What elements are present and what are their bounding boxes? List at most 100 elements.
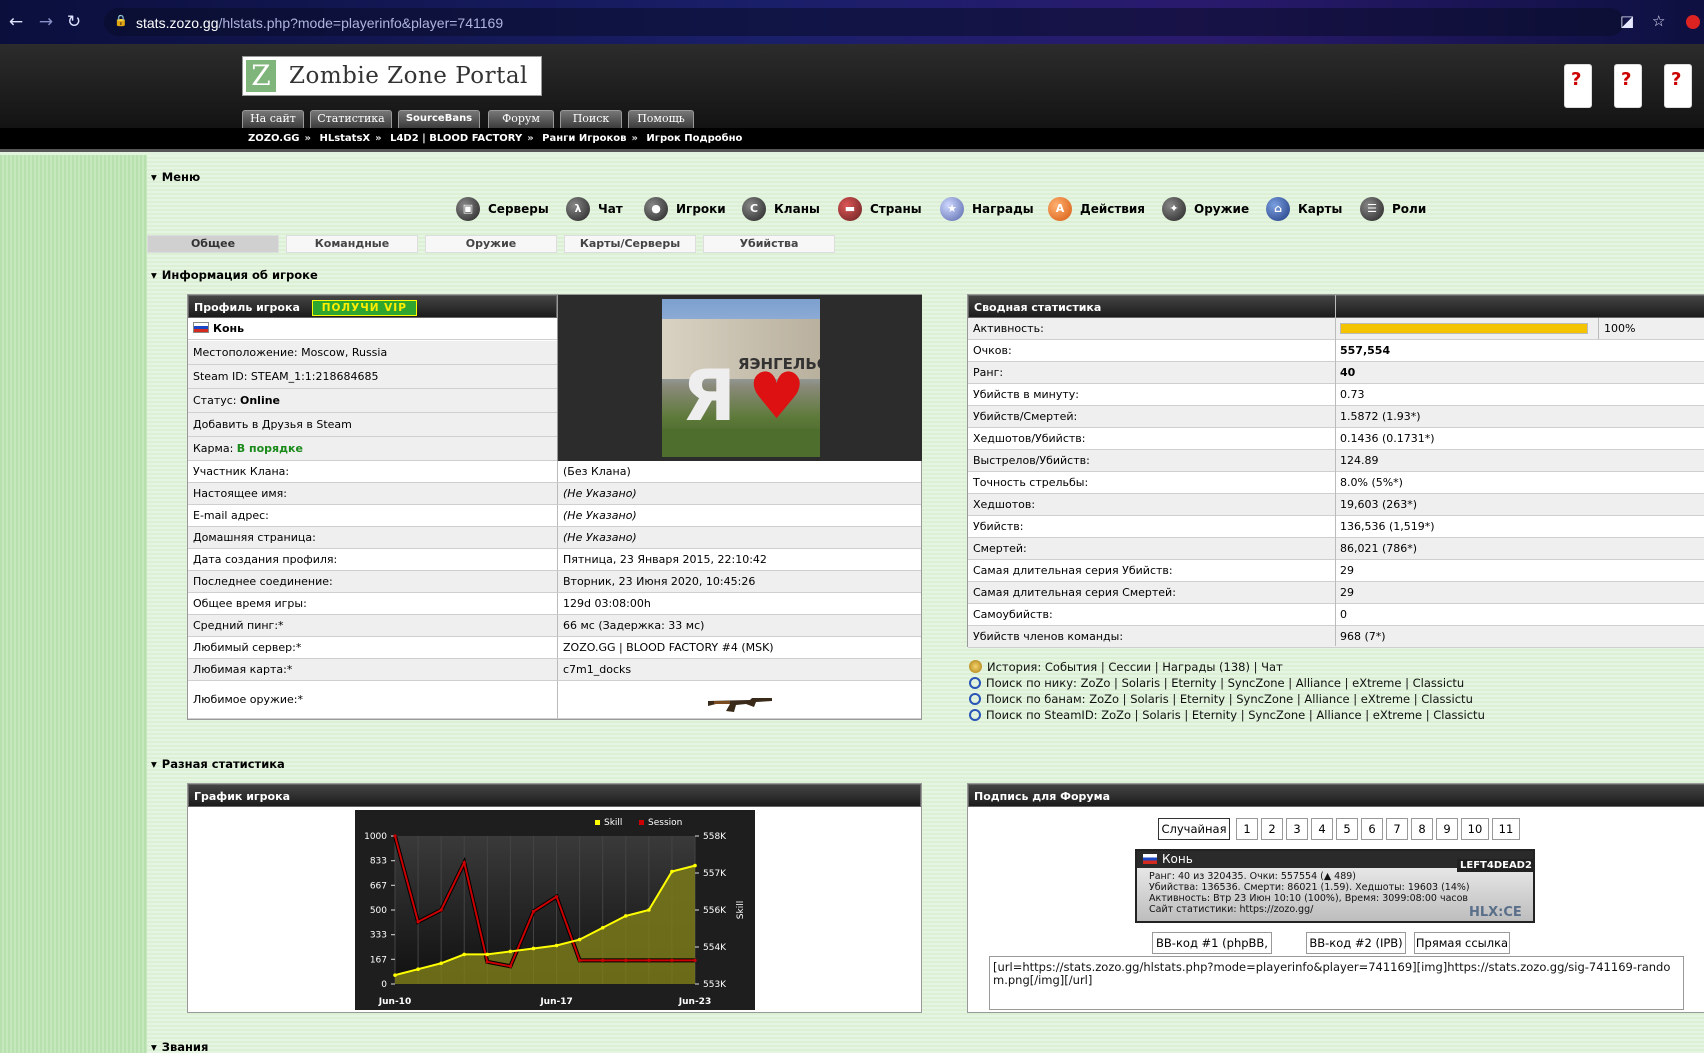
breadcrumb-item[interactable]: L4D2 | BLOOD FACTORY (390, 133, 522, 144)
translate-icon[interactable]: ◪ (1620, 12, 1634, 30)
profile-row-value: 66 мс (Задержка: 33 мс) (557, 615, 921, 637)
menu-item-label: Награды (972, 202, 1034, 216)
tab-direct-link[interactable]: Прямая ссылка (1414, 932, 1510, 954)
summary-stats-table: Сводная статистика Активность: 100% Очко… (967, 294, 1704, 648)
menu-item-awards[interactable]: ★ Награды (940, 196, 1034, 222)
menu-item-label: Роли (1392, 202, 1427, 216)
profile-row-label: Участник Клана: (188, 461, 557, 483)
status-label: Статус: (193, 394, 240, 407)
signature-code-textarea[interactable]: [url=https://stats.zozo.gg/hlstats.php?m… (989, 956, 1684, 1010)
tab-maps-servers[interactable]: Карты/Серверы (564, 235, 696, 253)
y-tick-label-right: 554K (703, 943, 727, 953)
signature-style-button[interactable]: 6 (1361, 818, 1383, 840)
history-links-text: История: События | Сессии | Награды (138… (987, 660, 1283, 674)
tab-weapons[interactable]: Оружие (425, 235, 557, 253)
vip-button[interactable]: ПОЛУЧИ VIP (311, 300, 417, 316)
nav-tab-stats[interactable]: Статистика (310, 110, 392, 128)
player-graph-panel: График игрока 1000 833 667 500 333 167 0 558K 55… (187, 783, 922, 1013)
signature-image[interactable]: Конь Ранг: 40 из 320435. Очки: 557554 (▲… (1135, 849, 1535, 923)
tab-bbcode-ipb[interactable]: BB-код #2 (IPB) (1306, 932, 1406, 954)
reload-icon[interactable]: ↻ (62, 10, 86, 34)
breadcrumb-item[interactable]: HLstatsX (319, 133, 370, 144)
misc-section-title[interactable]: Разная статистика (151, 757, 285, 771)
x-tick-label: Jun-17 (539, 997, 572, 1007)
profile-row-value[interactable]: c7m1_docks (557, 659, 921, 681)
nav-tab-search[interactable]: Поиск (560, 110, 622, 128)
column-divider (1335, 295, 1336, 646)
avatar[interactable]: Я ♥ ЯЭНГЕЛЬС (662, 299, 820, 457)
tab-general[interactable]: Общее (147, 235, 279, 253)
signature-style-button[interactable]: 8 (1411, 818, 1433, 840)
menu-item-clans[interactable]: C Кланы (742, 196, 820, 222)
player-info-section-title[interactable]: Информация об игроке (151, 268, 318, 282)
signature-style-button[interactable]: 2 (1261, 818, 1283, 840)
nav-tab-site[interactable]: На сайт (242, 110, 304, 128)
l4d-badge-icon[interactable]: ? (1664, 64, 1692, 108)
search-by-name-links[interactable]: Поиск по нику: ZoZo | Solaris | Eternity… (969, 676, 1464, 690)
site-logo[interactable]: Z Zombie Zone Portal (242, 56, 542, 96)
signature-style-button[interactable]: 11 (1492, 818, 1520, 840)
menu-item-players[interactable]: ● Игроки (644, 196, 726, 222)
signature-style-button[interactable]: 9 (1436, 818, 1458, 840)
breadcrumb-item[interactable]: ZOZO.GG (248, 133, 300, 144)
search-by-bans-links[interactable]: Поиск по банам: ZoZo | Solaris | Eternit… (969, 692, 1473, 706)
menu-item-roles[interactable]: ☰ Роли (1360, 196, 1426, 222)
menu-section-title[interactable]: Меню (151, 170, 200, 184)
player-name-row: Конь (188, 318, 557, 340)
signature-style-button[interactable]: 7 (1386, 818, 1408, 840)
signature-random-button[interactable]: Случайная (1158, 818, 1230, 840)
menu-item-actions[interactable]: A Действия (1048, 196, 1145, 222)
signature-line: Активность: Втр 23 Июн 10:10 (100%), Вре… (1149, 893, 1469, 904)
menu-item-servers[interactable]: ▣ Серверы (456, 196, 549, 222)
profile-row-label: Любимая карта:* (188, 659, 557, 681)
nav-tab-sourcebans[interactable]: SourceBans (398, 110, 480, 128)
karma-label: Карма: (193, 442, 237, 455)
nav-tab-help[interactable]: Помощь (628, 110, 694, 128)
menu-item-maps[interactable]: ⌂ Карты (1266, 196, 1342, 222)
signature-style-button[interactable]: 1 (1236, 818, 1258, 840)
session-point (601, 958, 605, 962)
session-point (462, 861, 466, 865)
legend-label: Skill (604, 818, 622, 828)
search-by-bans-text: Поиск по банам: ZoZo | Solaris | Eternit… (986, 692, 1473, 706)
session-point (393, 834, 397, 838)
nav-tab-forum[interactable]: Форум (488, 110, 554, 128)
ranks-section-title[interactable]: Звания (151, 1040, 209, 1053)
breadcrumb-item[interactable]: Игрок Подробно (646, 133, 742, 144)
signature-style-button[interactable]: 10 (1461, 818, 1489, 840)
graph-header: График игрока (188, 784, 921, 807)
extension-icon[interactable] (1686, 15, 1700, 29)
back-icon[interactable]: ← (4, 10, 28, 34)
history-links[interactable]: История: События | Сессии | Награды (138… (969, 660, 1283, 674)
menu-item-weapons[interactable]: ✦ Оружие (1162, 196, 1249, 222)
profile-header-label: Профиль игрока (194, 301, 300, 314)
actions-icon: A (1048, 197, 1072, 221)
menu-item-chat[interactable]: λ Чат (566, 196, 623, 222)
signature-style-button[interactable]: 4 (1311, 818, 1333, 840)
breadcrumb-item[interactable]: Ранги Игроков (542, 133, 626, 144)
lock-icon: 🔒 (114, 14, 128, 27)
clans-icon: C (742, 197, 766, 221)
y-tick-label-left: 667 (370, 881, 387, 891)
search-icon (969, 677, 981, 689)
skill-point (393, 973, 397, 977)
tab-bbcode-phpbb[interactable]: BB-код #1 (phpBB, SMF) (1152, 932, 1272, 970)
profile-row-value[interactable]: ZOZO.GG | BLOOD FACTORY #4 (MSK) (557, 637, 921, 659)
signature-style-button[interactable]: 3 (1286, 818, 1308, 840)
y-tick-label-left: 1000 (364, 832, 387, 842)
profile-row-value[interactable] (557, 681, 921, 719)
menu-item-countries[interactable]: ▬ Страны (838, 196, 922, 222)
tab-team[interactable]: Командные (286, 235, 418, 253)
add-friend-link[interactable]: Добавить в Друзья в Steam (188, 413, 557, 437)
search-by-steamid-links[interactable]: Поиск по SteamID: ZoZo | Solaris | Etern… (969, 708, 1485, 722)
l4d-badge-icon[interactable]: ? (1564, 64, 1592, 108)
forward-icon[interactable]: → (34, 10, 58, 34)
menu-item-label: Оружие (1194, 202, 1250, 216)
address-bar[interactable]: 🔒 stats.zozo.gg/hlstats.php?mode=playeri… (104, 8, 1624, 36)
session-point (439, 908, 443, 912)
bookmark-star-icon[interactable]: ☆ (1652, 12, 1665, 30)
signature-style-button[interactable]: 5 (1336, 818, 1358, 840)
summary-row-value: 0.1436 (0.1731*) (1335, 428, 1704, 450)
l4d-badge-icon[interactable]: ? (1614, 64, 1642, 108)
tab-kills[interactable]: Убийства (703, 235, 835, 253)
